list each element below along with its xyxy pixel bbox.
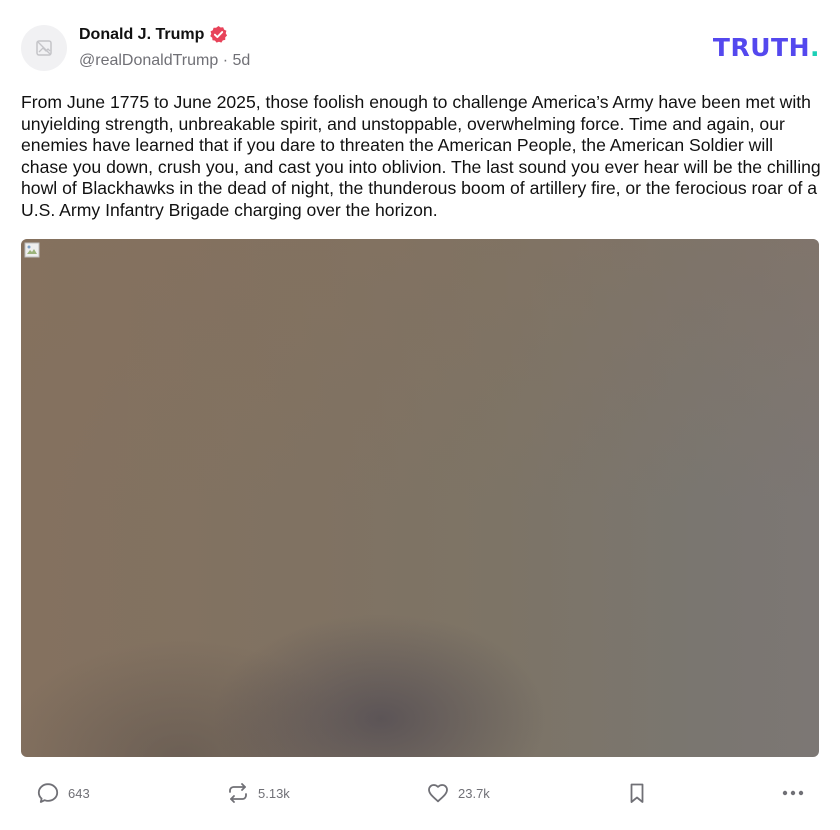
retruth-icon xyxy=(229,783,247,803)
heart-icon xyxy=(428,784,448,803)
post-time[interactable]: 5d xyxy=(233,52,251,69)
reply-button[interactable]: 643 xyxy=(36,780,90,806)
more-options-button[interactable] xyxy=(780,780,806,806)
truth-post: Donald J. Trump @realDonaldTrump · 5d TR… xyxy=(0,0,840,830)
like-count: 23.7k xyxy=(458,785,490,801)
bookmark-icon xyxy=(630,783,644,803)
reply-icon xyxy=(37,783,59,803)
retruth-button[interactable]: 5.13k xyxy=(226,780,290,806)
media-overlay xyxy=(21,239,819,499)
bookmark-button[interactable] xyxy=(625,780,649,806)
avatar[interactable] xyxy=(21,25,67,71)
author-handle[interactable]: @realDonaldTrump xyxy=(79,52,218,69)
author-name-row[interactable]: Donald J. Trump xyxy=(79,25,228,44)
ellipsis-icon xyxy=(782,790,804,796)
author-name[interactable]: Donald J. Trump xyxy=(79,26,204,44)
logo-dot: . xyxy=(810,33,820,62)
like-button[interactable]: 23.7k xyxy=(426,780,490,806)
logo-text: TRUTH xyxy=(712,33,810,62)
post-body: From June 1775 to June 2025, those fooli… xyxy=(21,92,821,220)
reply-count: 643 xyxy=(68,785,90,801)
meta-separator: · xyxy=(222,52,229,69)
broken-image-icon xyxy=(36,40,52,56)
handle-row: @realDonaldTrump · 5d xyxy=(79,52,250,70)
retruth-count: 5.13k xyxy=(258,785,290,801)
verified-badge-icon xyxy=(210,25,228,43)
post-media[interactable] xyxy=(21,239,819,757)
truth-logo[interactable]: TRUTH. xyxy=(713,33,820,62)
broken-image-icon xyxy=(24,242,40,258)
